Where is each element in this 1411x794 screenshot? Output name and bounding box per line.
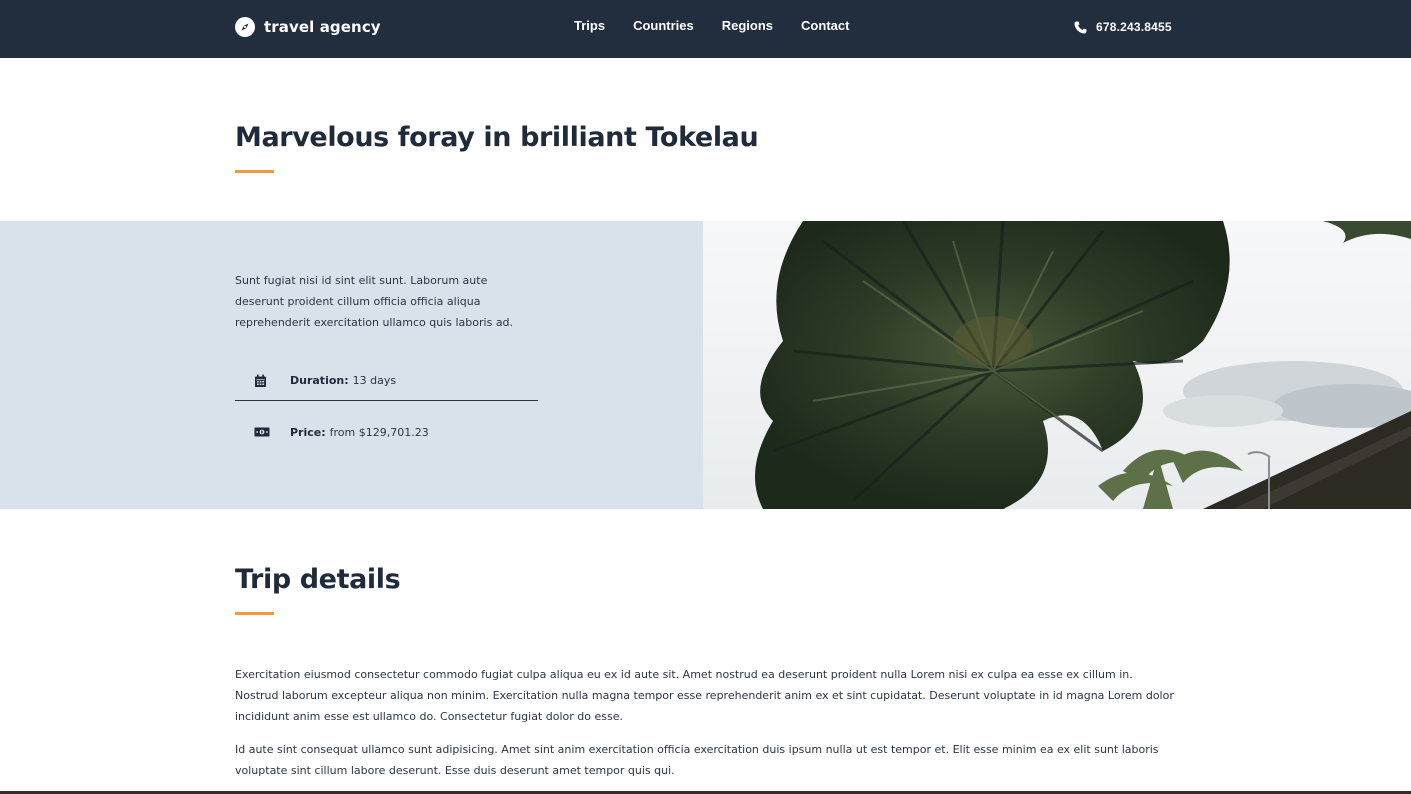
nav-item-contact[interactable]: Contact (801, 18, 849, 33)
trip-details-heading: Trip details (235, 564, 401, 595)
trip-details-paragraph: Exercitation eiusmod consectetur commodo… (235, 668, 1174, 723)
nav-item-countries[interactable]: Countries (633, 18, 694, 33)
title-accent-divider (235, 170, 274, 173)
page-title: Marvelous foray in brilliant Tokelau (235, 122, 759, 153)
trip-summary-text: Sunt fugiat nisi id sint elit sunt. Labo… (235, 274, 514, 329)
price-value: from $129,701.23 (329, 425, 429, 439)
palm-trees-photo (703, 221, 1411, 509)
top-navbar: travel agency Trips Countries Regions Co… (0, 0, 1411, 58)
calendar-icon (255, 374, 266, 387)
duration-row: Duration: 13 days (235, 361, 538, 401)
duration-value: 13 days (352, 374, 397, 387)
price-row: Price: from $129,701.23 (235, 412, 538, 452)
compass-icon (235, 17, 255, 37)
phone-link[interactable]: 678.243.8455 (1074, 20, 1172, 34)
nav-item-trips[interactable]: Trips (574, 18, 605, 33)
duration-label: Duration: (290, 374, 349, 387)
phone-icon (1074, 20, 1087, 34)
brand-name: travel agency (264, 18, 381, 36)
phone-number: 678.243.8455 (1096, 20, 1172, 34)
money-icon (254, 427, 270, 437)
trip-details-paragraph: Id aute sint consequat ullamco sunt adip… (235, 743, 1159, 777)
nav-item-regions[interactable]: Regions (722, 18, 773, 33)
destination-photo (703, 221, 1411, 509)
brand-logo-link[interactable]: travel agency (235, 17, 381, 37)
price-label: Price: (290, 425, 326, 439)
trip-details-accent-divider (235, 612, 274, 615)
main-nav: Trips Countries Regions Contact (574, 18, 877, 33)
